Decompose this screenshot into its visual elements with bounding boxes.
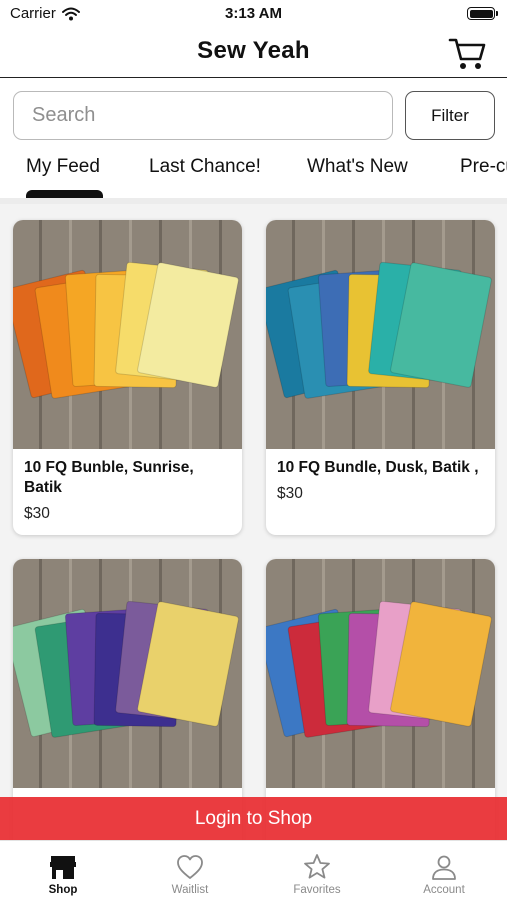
tab-bar-shop[interactable]: Shop bbox=[0, 841, 126, 900]
tab-bar-label: Favorites bbox=[293, 884, 341, 896]
product-title: 10 FQ Bundle, Dusk, Batik , bbox=[277, 459, 479, 476]
status-bar: Carrier 3:13 AM bbox=[0, 0, 507, 28]
app-header: Sew Yeah bbox=[0, 28, 507, 78]
storefront-icon bbox=[50, 856, 76, 879]
heart-icon bbox=[177, 855, 203, 879]
product-image bbox=[13, 220, 242, 449]
tab-pre-cuts[interactable]: Pre-cu bbox=[460, 156, 507, 178]
star-icon bbox=[304, 854, 330, 879]
shopping-cart-icon[interactable] bbox=[447, 34, 487, 72]
status-time: 3:13 AM bbox=[225, 5, 282, 22]
product-price: $30 bbox=[24, 505, 50, 522]
product-card[interactable]: 10 FQ Bundle, Dusk, Batik , $30 bbox=[266, 220, 495, 535]
tab-bar-waitlist[interactable]: Waitlist bbox=[127, 841, 253, 900]
category-tabs: My Feed Last Chance! What's New Pre-cu bbox=[0, 148, 507, 202]
tab-bar-label: Account bbox=[423, 884, 465, 896]
tab-last-chance[interactable]: Last Chance! bbox=[149, 156, 261, 178]
product-price: $30 bbox=[277, 485, 303, 502]
product-grid: 10 FQ Bunble, Sunrise, Batik $30 10 FQ B… bbox=[0, 204, 507, 840]
tab-bar-label: Shop bbox=[48, 884, 78, 896]
product-image bbox=[266, 559, 495, 788]
bottom-tab-bar: Shop Waitlist Favorites Account bbox=[0, 840, 507, 900]
filter-button[interactable]: Filter bbox=[405, 91, 495, 140]
product-title: 10 FQ Bunble, Sunrise, Batik bbox=[24, 459, 194, 496]
tab-bar-favorites[interactable]: Favorites bbox=[254, 841, 380, 900]
app-title: Sew Yeah bbox=[197, 37, 310, 64]
person-icon bbox=[432, 855, 456, 880]
search-input[interactable] bbox=[13, 91, 393, 140]
product-card[interactable]: 10 FQ Bunble, Sunrise, Batik $30 bbox=[13, 220, 242, 535]
login-to-shop-button[interactable]: Login to Shop bbox=[0, 797, 507, 840]
tab-bar-label: Waitlist bbox=[171, 884, 209, 896]
tab-bar-account[interactable]: Account bbox=[381, 841, 507, 900]
product-image bbox=[266, 220, 495, 449]
tab-whats-new[interactable]: What's New bbox=[307, 156, 408, 178]
tab-my-feed[interactable]: My Feed bbox=[26, 156, 100, 178]
product-image bbox=[13, 559, 242, 788]
battery-icon bbox=[467, 7, 498, 20]
